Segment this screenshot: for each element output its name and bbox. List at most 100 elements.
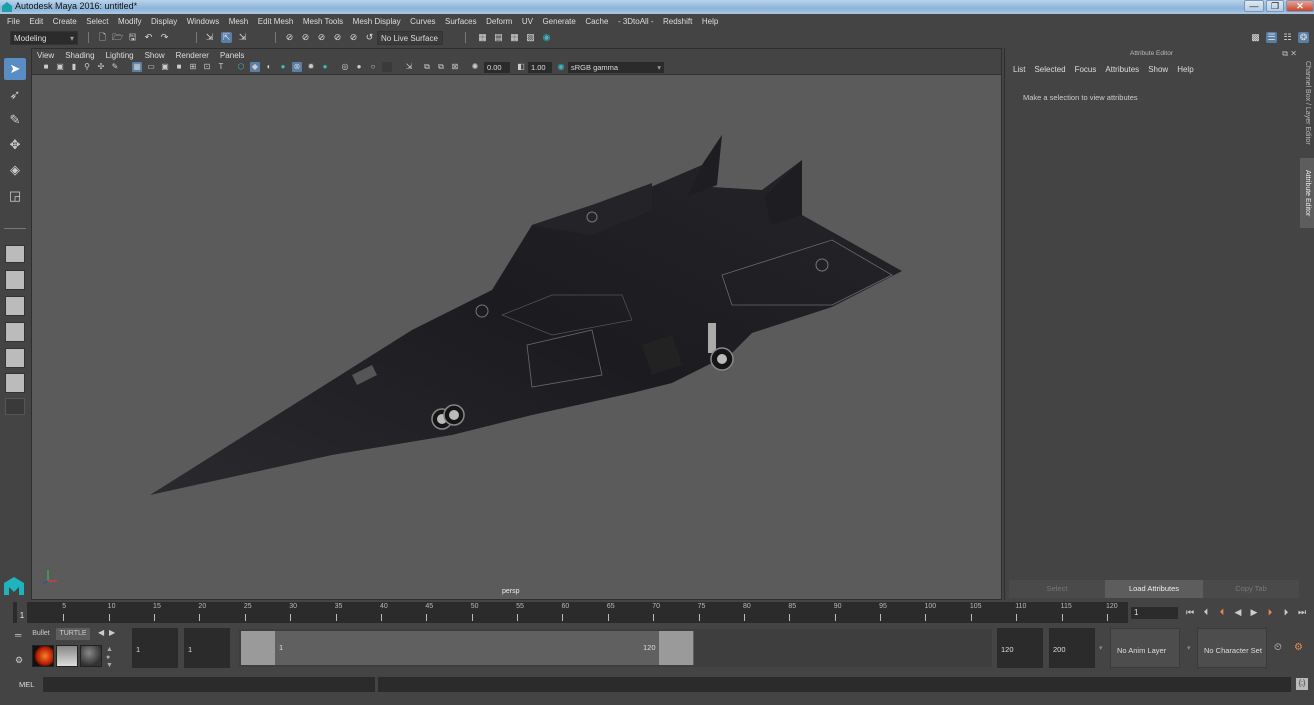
menu-deform[interactable]: Deform [486, 17, 512, 26]
render-current-frame-icon[interactable]: ▦ [477, 32, 488, 43]
menu-mesh-tools[interactable]: Mesh Tools [303, 17, 343, 26]
menu-surfaces[interactable]: Surfaces [445, 17, 477, 26]
attribute-editor-tab[interactable]: Attribute Editor [1300, 158, 1314, 228]
animation-start-field[interactable]: 1 [132, 628, 178, 668]
menu-file[interactable]: File [7, 17, 20, 26]
outliner-graph-layout-button[interactable] [5, 348, 25, 368]
open-scene-icon[interactable]: 🗁 [112, 32, 123, 43]
channel-box-toggle-icon[interactable]: ❂ [1298, 32, 1309, 43]
channel-box-tab[interactable]: Channel Box / Layer Editor [1300, 53, 1314, 153]
paint-select-tool-icon[interactable]: ✎ [4, 109, 26, 131]
attribute-editor-toggle-icon[interactable]: ☰ [1266, 32, 1277, 43]
vp-menu-show[interactable]: Show [145, 51, 165, 60]
load-attributes-button[interactable]: Load Attributes [1105, 580, 1203, 598]
depth-of-field-icon[interactable] [382, 62, 392, 72]
close-button[interactable]: ✕ [1286, 0, 1314, 12]
step-forward-key-icon[interactable]: ⏵ [1264, 606, 1276, 618]
anim-layer-dropdown[interactable]: No Anim Layer [1110, 628, 1180, 668]
menu-cache[interactable]: Cache [585, 17, 608, 26]
shelf-prev-icon[interactable]: ◀ [98, 628, 104, 637]
character-set-dropdown[interactable]: No Character Set [1197, 628, 1267, 668]
range-end-handle[interactable] [659, 631, 693, 665]
step-back-frame-icon[interactable]: ⏴ [1200, 606, 1212, 618]
color-management-icon[interactable]: ◉ [556, 62, 566, 72]
tool-settings-toggle-icon[interactable]: ☷ [1282, 32, 1293, 43]
use-all-lights-icon[interactable]: ✹ [306, 62, 316, 72]
shadows-icon[interactable]: ● [320, 62, 330, 72]
shelf-scroll-icon[interactable]: ▲ ● ▼ [106, 646, 113, 670]
xray-joints-icon[interactable]: ⧉ [436, 62, 446, 72]
menu-edit-mesh[interactable]: Edit Mesh [258, 17, 294, 26]
multisample-aa-icon[interactable]: ○ [368, 62, 378, 72]
copy-tab-button[interactable]: Copy Tab [1203, 580, 1299, 598]
animation-preferences-icon[interactable]: ⚙ [1294, 642, 1303, 653]
ae-menu-show[interactable]: Show [1148, 65, 1168, 74]
viewport-persp[interactable]: View Shading Lighting Show Renderer Pane… [31, 48, 1002, 600]
chevron-down-icon[interactable]: ▾ [1099, 644, 1103, 652]
color-space-dropdown[interactable]: sRGB gamma ▾ [568, 62, 664, 73]
menu-3dtoall[interactable]: - 3DtoAll - [618, 17, 654, 26]
isolate-select-icon[interactable]: ⇲ [404, 62, 414, 72]
film-gate-icon[interactable]: ▭ [146, 62, 156, 72]
turtle-surface-shader-icon[interactable] [80, 645, 102, 667]
lasso-tool-icon[interactable]: ➶ [4, 84, 26, 106]
menu-uv[interactable]: UV [522, 17, 533, 26]
script-editor-icon[interactable]: {;} [1296, 678, 1308, 690]
select-button[interactable]: Select [1009, 580, 1105, 598]
vp-menu-shading[interactable]: Shading [65, 51, 94, 60]
close-panel-icon[interactable]: ✕ [1290, 49, 1297, 58]
xray-icon[interactable]: ⧉ [422, 62, 432, 72]
default-material-icon[interactable]: ◐ [264, 62, 274, 72]
snap-view-plane-icon[interactable]: ⊘ [348, 32, 359, 43]
vp-menu-view[interactable]: View [37, 51, 54, 60]
menu-select[interactable]: Select [86, 17, 108, 26]
four-view-layout-button[interactable] [5, 270, 25, 290]
vp-menu-renderer[interactable]: Renderer [176, 51, 209, 60]
gate-mask-icon[interactable]: ■ [174, 62, 184, 72]
camera-attributes-icon[interactable]: ▣ [55, 62, 65, 72]
snap-grid-icon[interactable]: ⊘ [284, 32, 295, 43]
snap-point-icon[interactable]: ⊘ [316, 32, 327, 43]
single-view-layout-button[interactable] [5, 245, 25, 263]
menu-help[interactable]: Help [702, 17, 718, 26]
vp-menu-panels[interactable]: Panels [220, 51, 244, 60]
minimize-button[interactable]: — [1244, 0, 1264, 12]
auto-key-icon[interactable]: ⏲ [1274, 642, 1282, 653]
chevron-down-icon[interactable]: ▾ [1187, 644, 1191, 652]
turtle-render-settings-icon[interactable] [56, 645, 78, 667]
wireframe-icon[interactable]: ⬡ [236, 62, 246, 72]
save-scene-icon[interactable]: 🖫 [127, 32, 138, 43]
playback-end-field[interactable]: 120 [997, 628, 1043, 668]
2d-pan-zoom-icon[interactable]: ✣ [96, 62, 106, 72]
menu-mesh-display[interactable]: Mesh Display [353, 17, 401, 26]
ae-menu-selected[interactable]: Selected [1034, 65, 1065, 74]
menu-modify[interactable]: Modify [118, 17, 142, 26]
range-slider-bar[interactable] [241, 631, 694, 665]
move-tool-icon[interactable]: ✥ [4, 134, 26, 156]
go-to-end-icon[interactable]: ⏭ [1296, 606, 1308, 618]
render-settings-icon[interactable]: ▦ [509, 32, 520, 43]
exposure-icon[interactable]: ✺ [470, 62, 480, 72]
ae-menu-list[interactable]: List [1013, 65, 1025, 74]
smooth-shade-icon[interactable]: ◆ [250, 62, 260, 72]
menu-generate[interactable]: Generate [542, 17, 575, 26]
grease-pencil-icon[interactable]: ✎ [110, 62, 120, 72]
rotate-tool-icon[interactable]: ◈ [4, 159, 26, 181]
shelf-next-icon[interactable]: ▶ [109, 628, 115, 637]
select-by-hierarchy-icon[interactable]: ⇲ [204, 32, 215, 43]
custom-layout-button[interactable] [5, 398, 25, 415]
bookmark-icon[interactable]: ▮ [69, 62, 79, 72]
wireframe-on-shaded-icon[interactable]: ● [278, 62, 288, 72]
ae-menu-attributes[interactable]: Attributes [1105, 65, 1139, 74]
select-camera-icon[interactable]: ■ [41, 62, 51, 72]
hypershade-layout-button[interactable] [5, 373, 25, 393]
redo-icon[interactable]: ↷ [159, 32, 170, 43]
modeling-toolkit-icon[interactable]: ▩ [1250, 32, 1261, 43]
field-chart-icon[interactable]: ⊞ [188, 62, 198, 72]
snap-projected-icon[interactable]: ⊘ [332, 32, 343, 43]
resolution-gate-icon[interactable]: ▣ [160, 62, 170, 72]
time-ruler[interactable]: 1 5 10 15 20 25 30 35 40 45 50 55 60 65 70 75 80 85 90 95 1… [13, 602, 1128, 623]
playback-start-field[interactable]: 1 [184, 628, 230, 668]
menu-windows[interactable]: Windows [187, 17, 219, 26]
menu-edit[interactable]: Edit [29, 17, 43, 26]
